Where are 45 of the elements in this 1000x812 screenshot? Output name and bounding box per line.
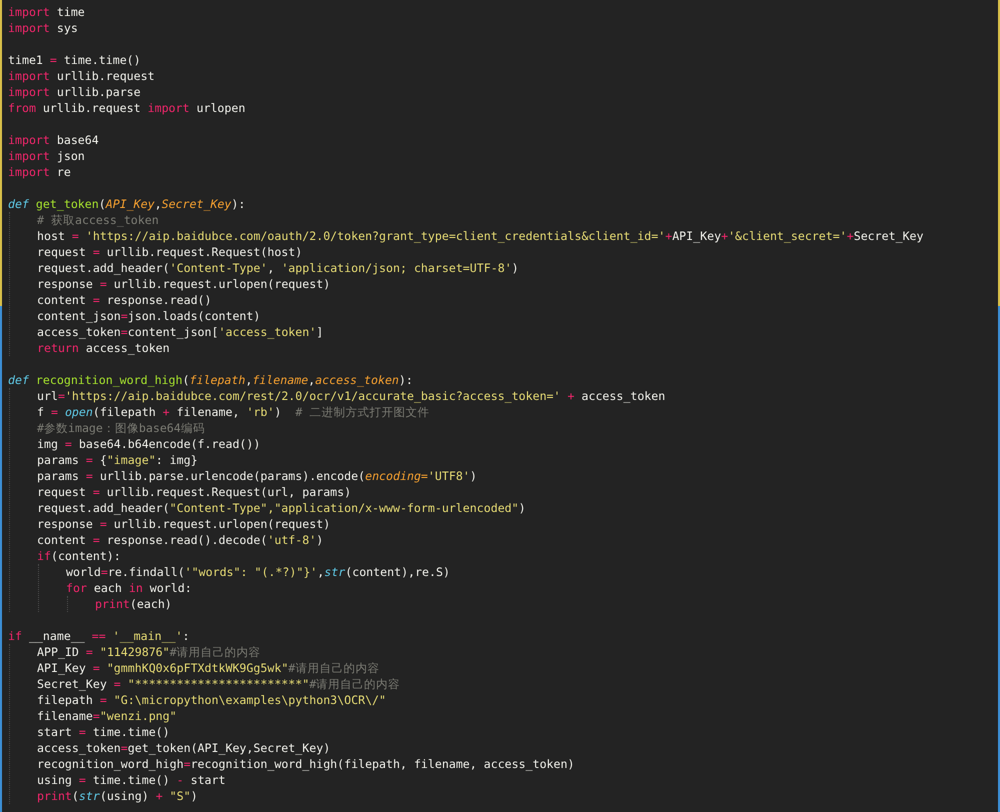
code-line: content_json=json.loads(content) — [37, 308, 260, 324]
code-line: #参数image：图像base64编码 — [37, 420, 205, 436]
code-line: content = response.read().decode('utf-8') — [37, 532, 324, 548]
code-line: img = base64.b64encode(f.read()) — [37, 436, 260, 452]
code-line: for each in world: — [66, 580, 192, 596]
code-line: filepath = "G:\micropython\examples\python3\OCR\/" — [37, 692, 386, 708]
code-line: response = urllib.request.urlopen(request) — [37, 276, 330, 292]
code-line: import base64 — [8, 132, 99, 148]
code-line: using = time.time() - start — [37, 772, 226, 788]
code-line: access_token=get_token(API_Key,Secret_Key) — [37, 740, 330, 756]
code-line: host = 'https://aip.baidubce.com/oauth/2.0/token?grant_type=client_credentials&client_id='+API_Key+'&client_secret='+Secret_Key — [37, 228, 924, 244]
code-line: return access_token — [37, 340, 170, 356]
code-line: request.add_header('Content-Type', 'application/json; charset=UTF-8') — [37, 260, 519, 276]
code-line: time1 = time.time() — [8, 52, 141, 68]
code-line: recognition_word_high=recognition_word_high(filepath, filename, access_token) — [37, 756, 574, 772]
code-line: f = open(filepath + filename, 'rb') # 二进制方式打开图文件 — [37, 404, 430, 420]
code-line: url='https://aip.baidubce.com/rest/2.0/ocr/v1/accurate_basic?access_token=' + access_token — [37, 388, 666, 404]
code-line: import sys — [8, 20, 78, 36]
code-line: import json — [8, 148, 85, 164]
code-line: import urllib.request — [8, 68, 155, 84]
code-line: content = response.read() — [37, 292, 212, 308]
code-line: import re — [8, 164, 71, 180]
code-line: response = urllib.request.urlopen(request) — [37, 516, 330, 532]
code-line: APP_ID = "11429876"#请用自己的内容 — [37, 644, 261, 660]
code-line: world=re.findall('"words": "(.*?)"}',str(content),re.S) — [66, 564, 450, 580]
code-line: request = urllib.request.Request(url, params) — [37, 484, 352, 500]
code-line: import time — [8, 4, 85, 20]
code-line: from urllib.request import urlopen — [8, 100, 246, 116]
code-line: if __name__ == '__main__': — [8, 628, 190, 644]
code-line: print(str(using) + "S") — [37, 788, 198, 804]
code-line: print(each) — [95, 596, 172, 612]
code-line: request = urllib.request.Request(host) — [37, 244, 302, 260]
code-line: import urllib.parse — [8, 84, 141, 100]
code-line: if(content): — [37, 548, 121, 564]
code-line: params = {"image": img} — [37, 452, 198, 468]
code-line: params = urllib.parse.urlencode(params).encode(encoding='UTF8') — [37, 468, 477, 484]
code-line: filename="wenzi.png" — [37, 708, 177, 724]
code-line: Secret_Key = "************************"#请用自己的内容 — [37, 676, 400, 692]
code-line: API_Key = "gmmhKQ0x6pFTXdtkWK9Gg5wk"#请用自己的内容 — [37, 660, 380, 676]
code-line: def recognition_word_high(filepath,filename,access_token): — [8, 372, 413, 388]
code-line: start = time.time() — [37, 724, 170, 740]
code-line: access_token=content_json['access_token'] — [37, 324, 324, 340]
code-line: def get_token(API_Key,Secret_Key): — [8, 196, 246, 212]
code-line: request.add_header("Content-Type","application/x-www-form-urlencoded") — [37, 500, 526, 516]
code-line: # 获取access_token — [37, 212, 159, 228]
